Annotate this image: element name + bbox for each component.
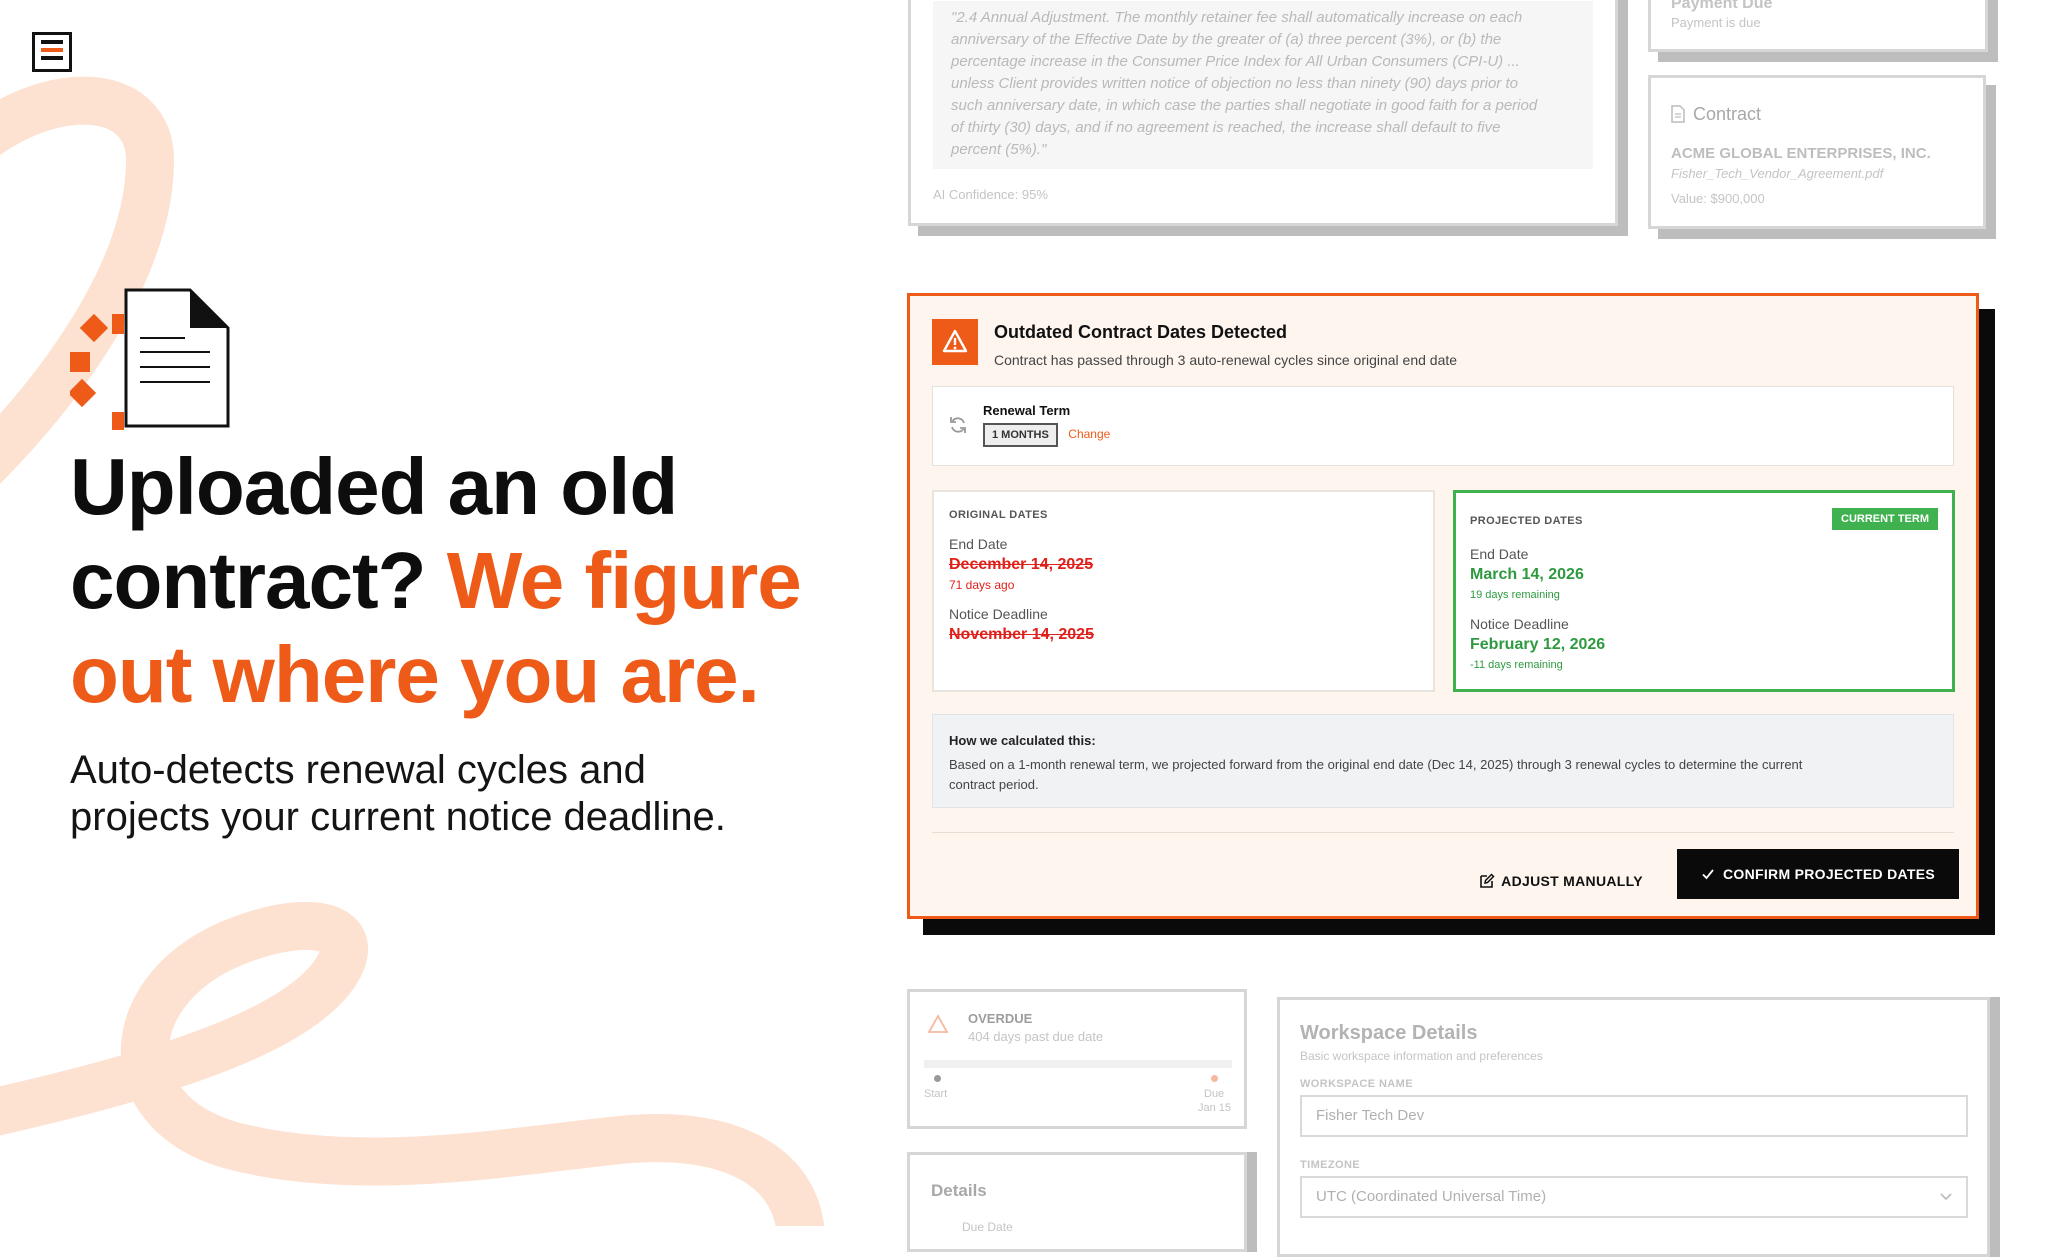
overdue-subtitle: 404 days past due date [968, 1029, 1104, 1044]
workspace-subtitle: Basic workspace information and preferen… [1300, 1049, 1543, 1063]
original-end-label: End Date [949, 536, 1008, 552]
calculation-explainer: How we calculated this: Based on a 1-mon… [932, 714, 1954, 808]
original-dates-card: ORIGINAL DATES End Date December 14, 202… [932, 490, 1435, 692]
clause-card: "2.4 Annual Adjustment. The monthly reta… [908, 0, 1618, 226]
renewal-term-label: Renewal Term [983, 403, 1071, 418]
projected-end-label: End Date [1470, 546, 1529, 562]
contract-value: Value: $900,000 [1671, 191, 1765, 206]
overdue-progress [924, 1060, 1232, 1068]
refresh-icon [950, 417, 966, 433]
payment-card: Payment Due Payment is due [1648, 0, 1988, 52]
current-term-badge: CURRENT TERM [1832, 508, 1938, 530]
projected-end-date: March 14, 2026 [1470, 566, 1584, 583]
change-renewal-link[interactable]: Change [1068, 427, 1110, 441]
due-label: Due [1204, 1088, 1225, 1100]
timezone-label: TIMEZONE [1300, 1159, 1361, 1171]
calc-title: How we calculated this: [949, 733, 1096, 748]
contract-card: Contract ACME GLOBAL ENTERPRISES, INC. F… [1648, 75, 1986, 229]
workspace-name-label: WORKSPACE NAME [1300, 1078, 1413, 1090]
edit-icon [1480, 873, 1495, 888]
adjust-manually-button[interactable]: ADJUST MANUALLY [1472, 860, 1650, 902]
confirm-projected-dates-button[interactable]: CONFIRM PROJECTED DATES [1677, 849, 1959, 899]
projected-dates-heading: PROJECTED DATES [1470, 515, 1583, 527]
projected-end-note: 19 days remaining [1470, 589, 1560, 601]
details-sub: Due Date [962, 1220, 1013, 1234]
footer-divider [932, 832, 1954, 833]
workspace-name-input[interactable]: Fisher Tech Dev [1300, 1095, 1968, 1137]
projected-notice-label: Notice Deadline [1470, 616, 1569, 632]
contract-company: ACME GLOBAL ENTERPRISES, INC. [1671, 145, 1931, 162]
original-notice-label: Notice Deadline [949, 606, 1048, 622]
overdue-title: OVERDUE [968, 1011, 1033, 1026]
workspace-title: Workspace Details [1300, 1022, 1478, 1044]
hero-subtitle: Auto-detects renewal cycles and projects… [70, 748, 726, 839]
start-label: Start [924, 1088, 948, 1100]
clause-quote: "2.4 Annual Adjustment. The monthly reta… [933, 1, 1593, 169]
contract-file: Fisher_Tech_Vendor_Agreement.pdf [1671, 166, 1884, 181]
ai-confidence: AI Confidence: 95% [933, 187, 1048, 202]
projected-notice-note: -11 days remaining [1470, 659, 1563, 671]
chevron-down-icon [1940, 1193, 1952, 1201]
projected-dates-card: PROJECTED DATES CURRENT TERM End Date Ma… [1453, 490, 1955, 692]
warning-icon [927, 1014, 949, 1033]
timezone-select[interactable]: UTC (Coordinated Universal Time) [1300, 1176, 1968, 1218]
due-marker [1211, 1075, 1218, 1082]
warning-icon [942, 329, 968, 353]
original-end-date: December 14, 2025 [949, 556, 1094, 573]
calc-text: Based on a 1-month renewal term, we proj… [949, 757, 1803, 792]
payment-title: Payment Due [1671, 0, 1773, 12]
start-marker [934, 1075, 941, 1082]
outdated-dates-dialog: Outdated Contract Dates Detected Contrac… [907, 293, 1979, 919]
details-title: Details [931, 1181, 987, 1200]
projected-notice-date: February 12, 2026 [1470, 636, 1606, 653]
details-card: Details Due Date [907, 1152, 1247, 1252]
workspace-card: Workspace Details Basic workspace inform… [1277, 997, 1990, 1257]
payment-subtitle: Payment is due [1671, 15, 1761, 30]
warning-badge [932, 319, 978, 365]
check-icon [1702, 869, 1714, 880]
hero-title: Uploaded an old contract? We figure out … [70, 442, 802, 719]
document-icon [70, 288, 230, 430]
overdue-card: OVERDUE 404 days past due date Start Due… [907, 989, 1247, 1129]
dialog-subtitle: Contract has passed through 3 auto-renew… [994, 352, 1458, 368]
due-date: Jan 15 [1198, 1102, 1232, 1114]
dialog-title: Outdated Contract Dates Detected [994, 322, 1288, 342]
contract-title: Contract [1693, 104, 1762, 124]
original-dates-heading: ORIGINAL DATES [949, 509, 1048, 521]
renewal-term-value: 1 MONTHS [983, 423, 1058, 447]
file-icon [1671, 105, 1685, 123]
original-end-note: 71 days ago [949, 578, 1015, 592]
renewal-term-card: Renewal Term 1 MONTHS Change [932, 386, 1954, 466]
menu-button[interactable] [32, 32, 72, 72]
original-notice-date: November 14, 2025 [949, 626, 1094, 643]
